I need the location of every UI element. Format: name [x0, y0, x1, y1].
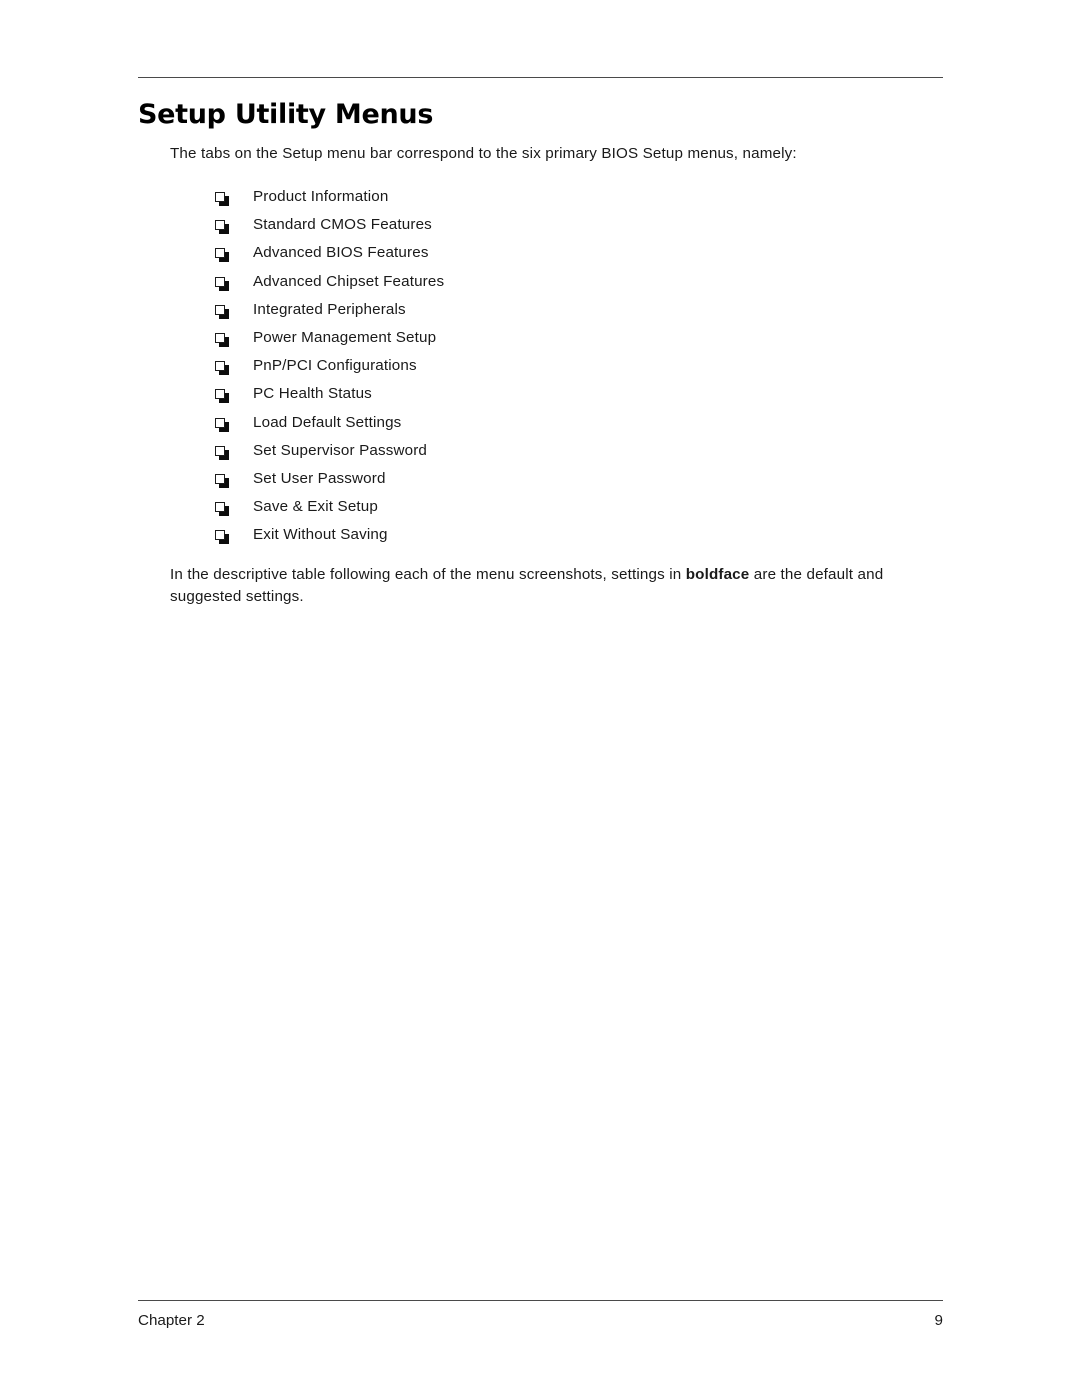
list-item: Exit Without Saving — [170, 521, 908, 549]
page-content: The tabs on the Setup menu bar correspon… — [170, 143, 908, 608]
shadowed-square-bullet-icon — [215, 276, 229, 291]
page-title: Setup Utility Menus — [138, 99, 434, 130]
document-page: Setup Utility Menus The tabs on the Setu… — [0, 0, 1080, 1397]
footer-rule — [138, 1300, 943, 1301]
list-item: Save & Exit Setup — [170, 493, 908, 521]
closing-text-bold: boldface — [685, 566, 750, 584]
shadowed-square-bullet-icon — [215, 304, 229, 319]
list-item: PnP/PCI Configurations — [170, 352, 908, 380]
list-item: PC Health Status — [170, 380, 908, 408]
list-item-label: Save & Exit Setup — [253, 498, 378, 516]
list-item: Integrated Peripherals — [170, 296, 908, 324]
list-item: Standard CMOS Features — [170, 211, 908, 239]
list-item: Advanced BIOS Features — [170, 239, 908, 267]
list-item-label: Power Management Setup — [253, 328, 437, 346]
footer-page-number: 9 — [934, 1312, 943, 1329]
list-item-label: Set User Password — [253, 469, 386, 487]
shadowed-square-bullet-icon — [215, 502, 229, 517]
list-item-label: Advanced Chipset Features — [253, 272, 445, 290]
shadowed-square-bullet-icon — [215, 361, 229, 376]
shadowed-square-bullet-icon — [215, 389, 229, 404]
list-item-label: Load Default Settings — [253, 413, 402, 431]
closing-paragraph: In the descriptive table following each … — [170, 564, 908, 608]
shadowed-square-bullet-icon — [215, 248, 229, 263]
closing-text-before: In the descriptive table following each … — [170, 566, 686, 584]
list-item: Set User Password — [170, 465, 908, 493]
shadowed-square-bullet-icon — [215, 332, 229, 347]
list-item-label: Exit Without Saving — [253, 526, 388, 544]
shadowed-square-bullet-icon — [215, 473, 229, 488]
shadowed-square-bullet-icon — [215, 417, 229, 432]
list-item-label: Product Information — [253, 188, 389, 205]
list-item-label: Set Supervisor Password — [253, 441, 428, 459]
shadowed-square-bullet-icon — [215, 445, 229, 460]
bios-menu-list: Product Information Standard CMOS Featur… — [170, 183, 908, 549]
page-footer: Chapter 2 9 — [138, 1310, 943, 1332]
shadowed-square-bullet-icon — [215, 192, 229, 206]
list-item-label: Advanced BIOS Features — [253, 244, 429, 262]
list-item-label: PC Health Status — [253, 385, 372, 403]
list-item: Advanced Chipset Features — [170, 268, 908, 296]
list-item: Set Supervisor Password — [170, 437, 908, 465]
intro-paragraph: The tabs on the Setup menu bar correspon… — [170, 145, 797, 162]
list-item: Load Default Settings — [170, 409, 908, 437]
list-item: Product Information — [170, 183, 908, 211]
list-item-label: PnP/PCI Configurations — [253, 357, 417, 375]
shadowed-square-bullet-icon — [215, 220, 229, 235]
header-rule — [138, 77, 943, 78]
list-item-label: Integrated Peripherals — [253, 300, 406, 318]
list-item: Power Management Setup — [170, 324, 908, 352]
shadowed-square-bullet-icon — [215, 530, 229, 545]
footer-chapter-label: Chapter 2 — [138, 1312, 205, 1329]
list-item-label: Standard CMOS Features — [253, 216, 432, 234]
